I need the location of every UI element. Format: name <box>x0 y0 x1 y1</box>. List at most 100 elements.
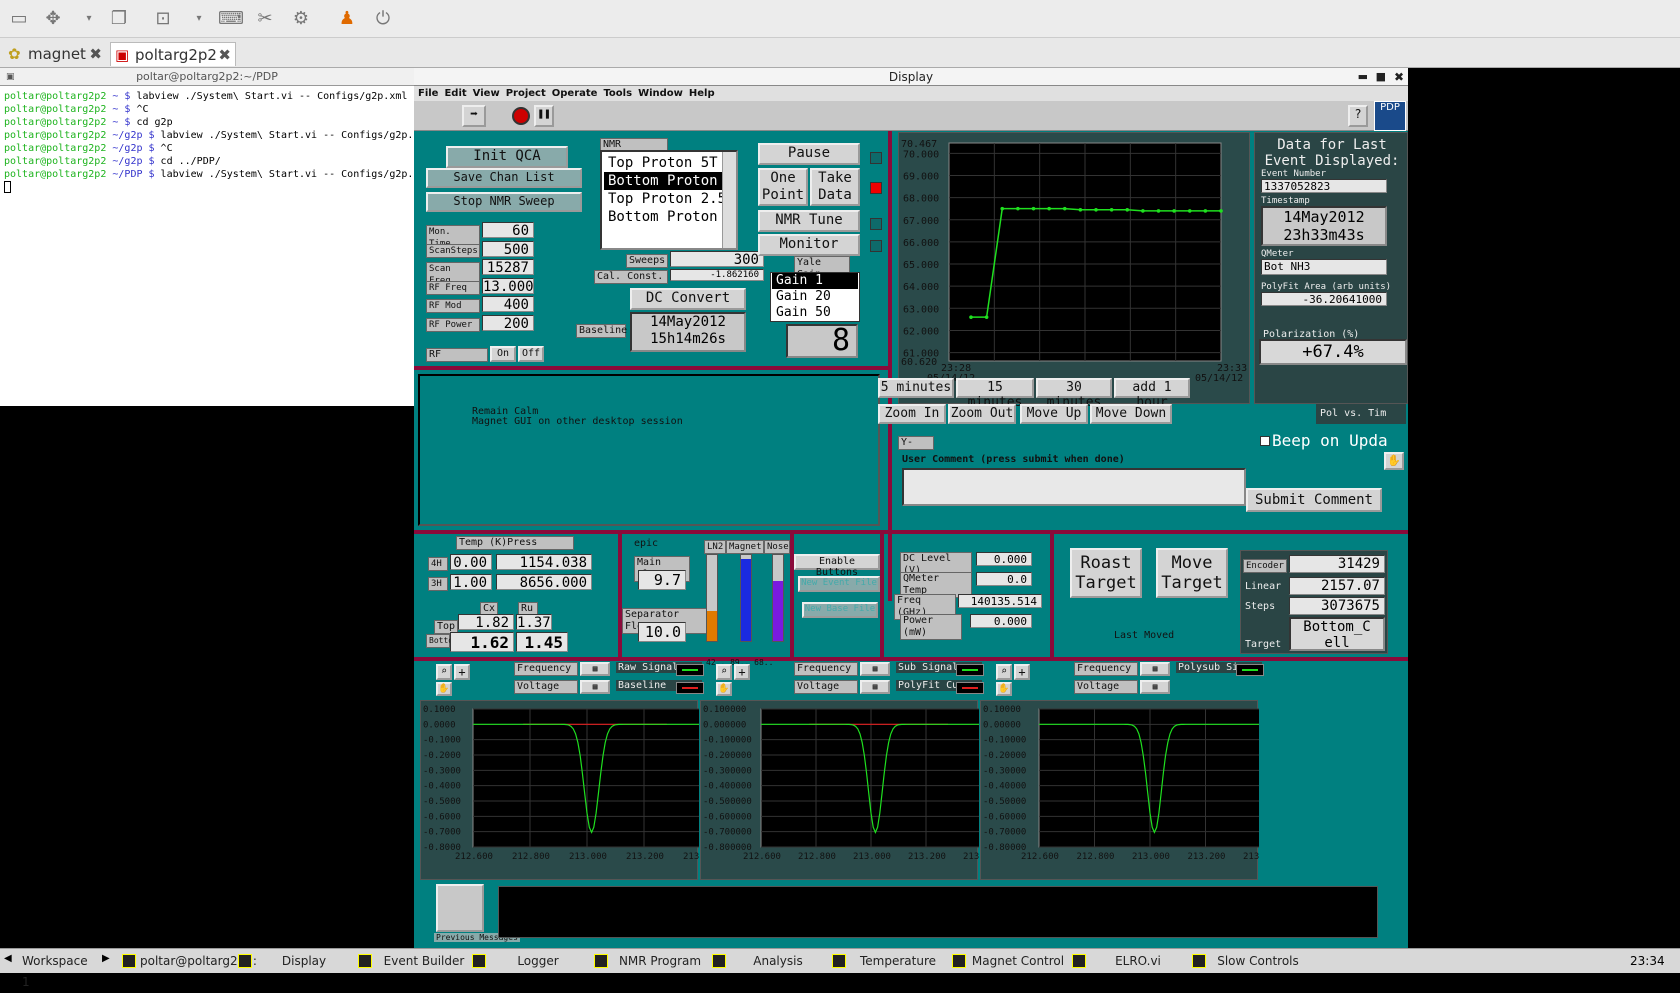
stop-nmr-sweep-button[interactable]: Stop NMR Sweep <box>426 192 582 212</box>
window-icon[interactable]: ▭ <box>8 8 30 30</box>
x-range-button[interactable]: 15 minutes <box>956 378 1034 410</box>
x-range-button[interactable]: 30 minutes <box>1036 378 1112 410</box>
pause-icon[interactable]: ❚❚ <box>534 105 554 127</box>
y-axis-selector[interactable]: Voltage <box>794 680 858 694</box>
y-format-icon[interactable]: ▦ <box>580 680 610 694</box>
cal-const-value[interactable]: -1.862160 <box>670 269 764 281</box>
run-arrow-icon[interactable]: ➡ <box>462 105 486 127</box>
x-axis-selector[interactable]: Frequency <box>794 662 858 676</box>
nmr-tune-button[interactable]: NMR Tune <box>758 210 860 232</box>
nmr-channel-list[interactable]: Top Proton 5T Bottom Proton Top Proton 2.5… <box>600 150 738 250</box>
chevron-down-icon[interactable]: ▾ <box>78 8 100 30</box>
minimize-icon[interactable]: ▬ <box>1358 68 1368 86</box>
pause-button[interactable]: Pause <box>758 143 860 165</box>
gain-item[interactable]: Gain 1 <box>772 273 858 289</box>
menu-item-window[interactable]: Window <box>638 88 683 99</box>
roast-target-button[interactable]: Roast Target <box>1070 548 1142 598</box>
taskbar-item[interactable]: Magnet Control <box>950 951 1066 972</box>
menu-item-operate[interactable]: Operate <box>552 88 598 99</box>
y-format-icon[interactable]: ▦ <box>860 680 890 694</box>
x-range-button[interactable]: 5 minutes <box>878 378 954 398</box>
x-format-icon[interactable]: ▦ <box>1140 662 1170 676</box>
menu-item-help[interactable]: Help <box>689 88 715 99</box>
save-chan-list-button[interactable]: Save Chan List <box>426 168 582 188</box>
x-format-icon[interactable]: ▦ <box>860 662 890 676</box>
nmr-channel-item[interactable]: Bottom Proton <box>604 208 722 226</box>
param-value[interactable]: 60 <box>482 222 534 239</box>
crosshair-icon[interactable]: + <box>734 664 750 680</box>
x-range-button[interactable]: add 1 hour <box>1114 378 1190 410</box>
windows-icon[interactable]: ❐ <box>108 8 130 30</box>
gain-item[interactable]: Gain 50 <box>772 305 858 321</box>
scrollbar[interactable] <box>722 152 736 248</box>
menu-item-view[interactable]: View <box>473 88 500 99</box>
menu-item-tools[interactable]: Tools <box>603 88 632 99</box>
crosshair-icon[interactable]: + <box>454 664 470 680</box>
pan-hand-icon[interactable]: ✋ <box>716 682 732 696</box>
next-workspace-icon[interactable]: ▶ <box>102 953 110 964</box>
taskbar-item[interactable]: Event Builder <box>356 951 472 972</box>
zoom-tool-icon[interactable]: ⌕ <box>716 664 732 680</box>
sweeps-value[interactable]: 300 <box>670 251 764 268</box>
gain-item[interactable]: Gain 20 <box>772 289 858 305</box>
taskbar-item[interactable]: Logger <box>470 951 586 972</box>
menu-icon[interactable]: ▣ <box>6 68 15 86</box>
x-format-icon[interactable]: ▦ <box>580 662 610 676</box>
settings-icon[interactable]: ⚙ <box>290 8 312 30</box>
menu-item-project[interactable]: Project <box>506 88 546 99</box>
taskbar-item[interactable]: Display <box>236 951 352 972</box>
terminal-output[interactable]: poltar@poltarg2p2 ~ $ labview ./System\ … <box>0 86 414 406</box>
pan-hand-icon[interactable]: ✋ <box>996 682 1012 696</box>
nmr-channel-item[interactable]: Top Proton 2.5 <box>604 190 722 208</box>
maximize-icon[interactable]: ■ <box>1376 68 1386 86</box>
param-value[interactable]: 200 <box>482 314 534 332</box>
y-zoom-button[interactable]: Move Down <box>1090 404 1172 424</box>
close-icon[interactable]: ✖ <box>218 43 231 67</box>
taskbar-item[interactable]: poltar@poltarg2p2: <box>120 951 257 972</box>
taskbar-item[interactable]: Slow Controls <box>1190 951 1306 972</box>
chevron-down-icon[interactable]: ▾ <box>188 8 210 30</box>
hand-icon[interactable]: ✋ <box>1384 452 1404 470</box>
dc-convert-button[interactable]: DC Convert <box>630 288 746 310</box>
pol-vs-time-selector[interactable]: Pol vs. Tim <box>1316 404 1406 424</box>
init-qca-button[interactable]: Init QCA <box>446 146 568 168</box>
zoom-icon[interactable]: ⊡ <box>152 8 174 30</box>
menu-item-edit[interactable]: Edit <box>444 88 466 99</box>
param-value[interactable]: 15287 <box>482 259 534 276</box>
pan-hand-icon[interactable]: ✋ <box>436 682 452 696</box>
crosshair-icon[interactable]: + <box>1014 664 1030 680</box>
previous-messages-button[interactable] <box>436 884 484 932</box>
close-icon[interactable]: ✖ <box>89 42 102 66</box>
y-zoom-button[interactable]: Move Up <box>1020 404 1088 424</box>
abort-icon[interactable] <box>512 107 530 125</box>
yale-gain-list[interactable]: Gain 1 Gain 20 Gain 50 <box>770 272 860 322</box>
param-value[interactable]: 13.000 <box>482 277 534 295</box>
y-axis-selector[interactable]: Voltage <box>1074 680 1138 694</box>
taskbar-item[interactable]: ELRO.vi <box>1070 951 1186 972</box>
nmr-channel-item[interactable]: Bottom Proton <box>604 172 722 190</box>
x-axis-selector[interactable]: Frequency <box>514 662 578 676</box>
workspace-switcher[interactable]: Workspace 1 <box>2 951 98 989</box>
keyboard-icon[interactable]: ⌨ <box>218 8 244 30</box>
move-icon[interactable]: ✥ <box>42 8 64 30</box>
tools-icon[interactable]: ✂ <box>254 8 276 30</box>
rf-off-button[interactable]: Off <box>518 346 544 362</box>
y-zoom-button[interactable]: Zoom In <box>878 404 946 424</box>
menu-item-file[interactable]: File <box>418 88 438 99</box>
plug-icon[interactable]: ⏻ <box>372 8 394 30</box>
tab-poltarg2p2[interactable]: ▣ poltarg2p2 ✖ <box>110 42 236 66</box>
new-event-file-button[interactable]: New Event File <box>798 576 880 592</box>
taskbar-item[interactable]: Temperature <box>830 951 946 972</box>
x-axis-selector[interactable]: Frequency <box>1074 662 1138 676</box>
one-point-button[interactable]: One Point <box>758 168 808 206</box>
zoom-tool-icon[interactable]: ⌕ <box>996 664 1012 680</box>
enable-buttons-button[interactable]: Enable Buttons <box>794 554 880 578</box>
joystick-icon[interactable]: ♟ <box>336 8 358 30</box>
param-value[interactable]: 500 <box>482 240 534 258</box>
y-format-icon[interactable]: ▦ <box>1140 680 1170 694</box>
rf-on-button[interactable]: On <box>490 346 516 362</box>
move-target-button[interactable]: Move Target <box>1156 548 1228 598</box>
param-value[interactable]: 400 <box>482 296 534 313</box>
new-base-file-button[interactable]: New Base File <box>802 602 878 618</box>
monitor-button[interactable]: Monitor <box>758 234 860 256</box>
